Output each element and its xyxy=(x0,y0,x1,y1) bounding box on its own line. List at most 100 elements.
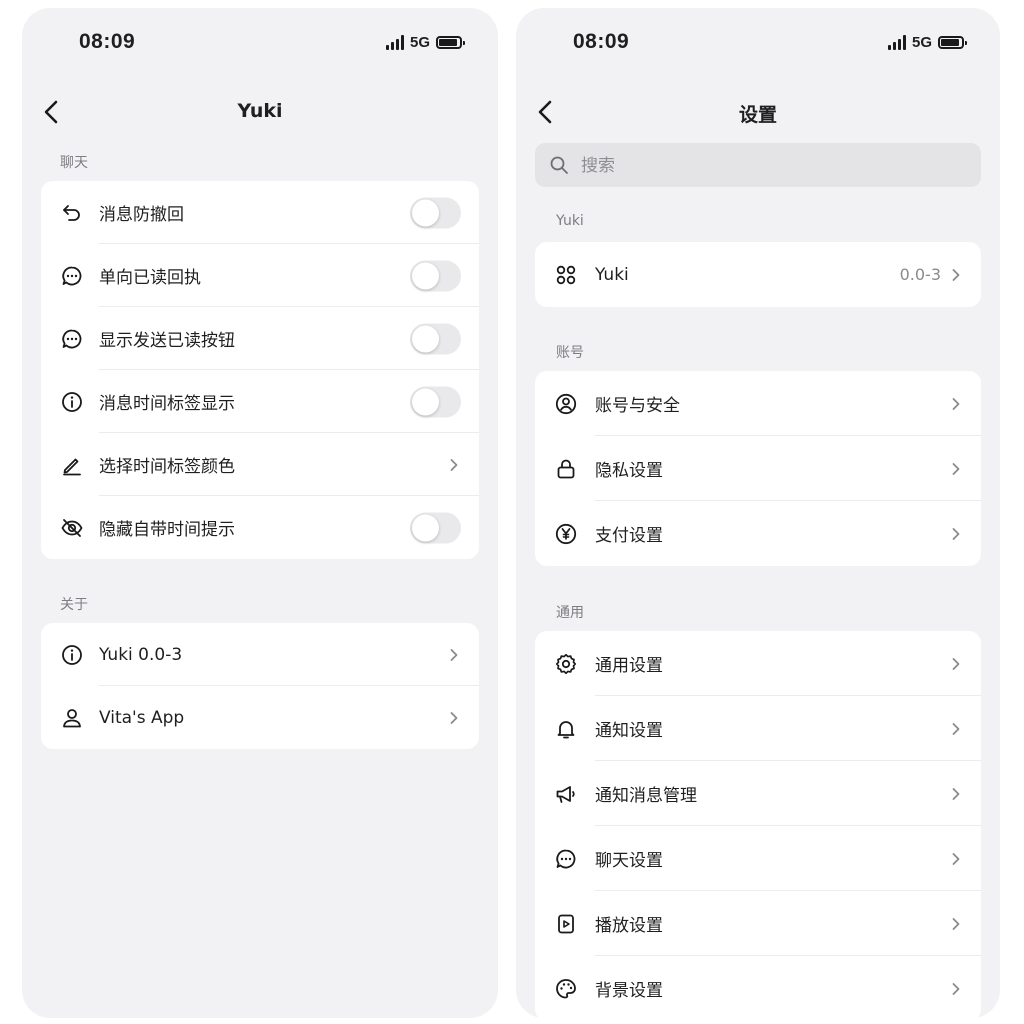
row-one-way-read-receipt[interactable]: 单向已读回执 xyxy=(41,244,479,307)
chevron-right-icon xyxy=(450,711,458,724)
row-label: 隐藏自带时间提示 xyxy=(99,520,235,540)
gear-icon xyxy=(555,653,577,674)
yuki-card: Yuki 0.0-3 xyxy=(535,242,981,307)
settings-screen: 08:09 5G 设置 Yuki Yuki 0.0-3 账号 xyxy=(516,8,1000,1018)
chevron-right-icon xyxy=(952,982,960,995)
status-bar: 08:09 5G xyxy=(516,30,1000,60)
section-label-account: 账号 xyxy=(556,345,584,361)
chevron-right-icon xyxy=(450,648,458,661)
row-payment[interactable]: 支付设置 xyxy=(535,501,981,566)
row-version[interactable]: Yuki 0.0-3 xyxy=(41,623,479,686)
row-anti-recall[interactable]: 消息防撤回 xyxy=(41,181,479,244)
grid-icon xyxy=(556,265,576,284)
yuki-settings-screen: 08:09 5G Yuki 聊天 消息防撤回 单向已读回执 显示发送已读按钮 消… xyxy=(22,8,498,1018)
anti-recall-toggle[interactable] xyxy=(410,197,461,228)
chat-bubble-icon xyxy=(556,849,576,868)
row-label: 单向已读回执 xyxy=(99,268,201,288)
row-label: Yuki 0.0-3 xyxy=(99,644,183,665)
page-title: Yuki xyxy=(237,100,283,122)
pencil-icon xyxy=(63,458,81,475)
row-label: 通知设置 xyxy=(595,721,663,741)
chevron-right-icon xyxy=(952,397,960,410)
about-card: Yuki 0.0-3 Vita's App xyxy=(41,623,479,749)
row-chat-settings[interactable]: 聊天设置 xyxy=(535,826,981,891)
row-playback-settings[interactable]: 播放设置 xyxy=(535,891,981,956)
chat-bubble-icon xyxy=(62,329,82,348)
row-label: Vita's App xyxy=(99,707,185,728)
lock-icon xyxy=(557,459,575,478)
eye-off-icon xyxy=(61,518,83,537)
row-notification-settings[interactable]: 通知设置 xyxy=(535,696,981,761)
row-timestamp-color[interactable]: 选择时间标签颜色 xyxy=(41,433,479,496)
chevron-right-icon xyxy=(952,722,960,735)
row-label: 隐私设置 xyxy=(595,461,663,481)
undo-icon xyxy=(63,204,80,221)
info-icon xyxy=(62,644,82,665)
search-input[interactable] xyxy=(579,143,943,189)
row-timestamp-label[interactable]: 消息时间标签显示 xyxy=(41,370,479,433)
chevron-right-icon xyxy=(952,852,960,865)
row-label: 通知消息管理 xyxy=(595,786,697,806)
network-type: 5G xyxy=(409,34,430,51)
row-label: 消息时间标签显示 xyxy=(99,394,235,414)
row-account-security[interactable]: 账号与安全 xyxy=(535,371,981,436)
user-circle-icon xyxy=(555,393,577,414)
page-title: 设置 xyxy=(738,104,777,126)
row-label: 支付设置 xyxy=(595,526,663,546)
version-value: 0.0-3 xyxy=(899,265,941,284)
row-privacy[interactable]: 隐私设置 xyxy=(535,436,981,501)
chevron-right-icon xyxy=(952,917,960,930)
info-icon xyxy=(62,391,82,412)
row-label: 选择时间标签颜色 xyxy=(99,457,235,477)
chevron-right-icon xyxy=(952,657,960,670)
account-card: 账号与安全 隐私设置 支付设置 xyxy=(535,371,981,566)
row-label: 消息防撤回 xyxy=(99,205,184,225)
show-read-button-toggle[interactable] xyxy=(410,323,461,354)
row-label: 通用设置 xyxy=(595,656,663,676)
chat-bubble-icon xyxy=(62,266,82,285)
section-label-general: 通用 xyxy=(556,605,584,621)
chat-settings-card: 消息防撤回 单向已读回执 显示发送已读按钮 消息时间标签显示 选择时间标签颜色 xyxy=(41,181,479,559)
row-show-read-button[interactable]: 显示发送已读按钮 xyxy=(41,307,479,370)
hide-builtin-time-toggle[interactable] xyxy=(410,512,461,543)
row-general-settings[interactable]: 通用设置 xyxy=(535,631,981,696)
general-card: 通用设置 通知设置 通知消息管理 聊天设置 播放设置 背景设置 xyxy=(535,631,981,1018)
row-label: 显示发送已读按钮 xyxy=(99,331,235,351)
palette-icon xyxy=(556,978,576,998)
row-label: Yuki xyxy=(595,264,629,285)
timestamp-label-toggle[interactable] xyxy=(410,386,461,417)
one-way-read-receipt-toggle[interactable] xyxy=(410,260,461,291)
chevron-right-icon xyxy=(952,527,960,540)
row-label: 聊天设置 xyxy=(595,851,663,871)
row-background-settings[interactable]: 背景设置 xyxy=(535,956,981,1018)
row-author-app[interactable]: Vita's App xyxy=(41,686,479,749)
signal-icon xyxy=(385,35,404,50)
chevron-right-icon xyxy=(952,462,960,475)
megaphone-icon xyxy=(556,785,575,803)
play-square-icon xyxy=(558,914,574,933)
row-label: 播放设置 xyxy=(595,916,663,936)
search-bar[interactable] xyxy=(535,143,981,189)
status-indicators: 5G xyxy=(887,34,967,51)
row-hide-builtin-time[interactable]: 隐藏自带时间提示 xyxy=(41,496,479,559)
chevron-right-icon xyxy=(952,787,960,800)
battery-icon xyxy=(938,36,967,49)
row-yuki[interactable]: Yuki 0.0-3 xyxy=(535,242,981,307)
yen-icon xyxy=(555,523,577,544)
row-notification-message-management[interactable]: 通知消息管理 xyxy=(535,761,981,826)
status-indicators: 5G xyxy=(385,34,465,51)
section-label-about: 关于 xyxy=(60,597,88,613)
section-label-chat: 聊天 xyxy=(60,155,88,171)
network-type: 5G xyxy=(911,34,932,51)
person-icon xyxy=(63,708,81,727)
signal-icon xyxy=(887,35,906,50)
section-label-yuki: Yuki xyxy=(556,213,584,229)
status-time: 08:09 xyxy=(573,30,630,53)
nav-bar: 设置 xyxy=(516,88,1000,138)
battery-icon xyxy=(436,36,465,49)
chevron-right-icon xyxy=(952,268,960,281)
nav-bar: Yuki xyxy=(22,88,498,138)
row-label: 账号与安全 xyxy=(595,396,680,416)
bell-icon xyxy=(557,720,575,738)
row-label: 背景设置 xyxy=(595,981,663,1001)
